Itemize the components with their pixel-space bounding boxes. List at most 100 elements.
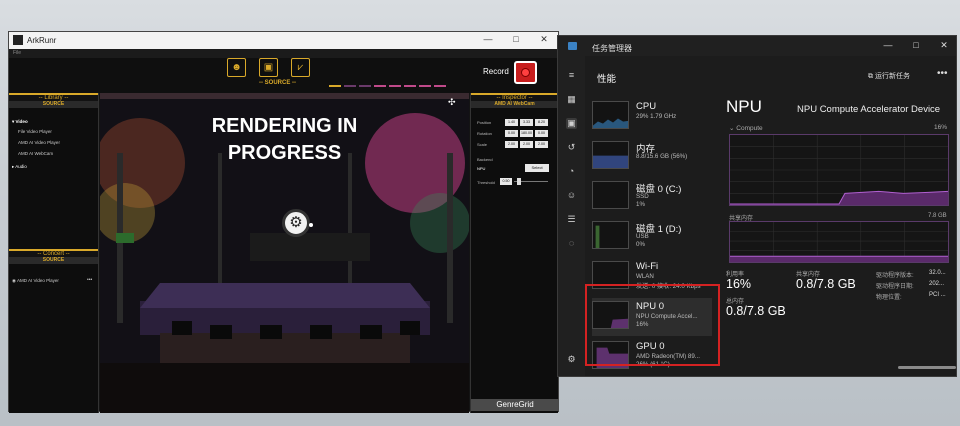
record-button[interactable] <box>514 61 537 84</box>
gear-icon[interactable]: ⚙ <box>282 209 310 237</box>
highlight-box <box>585 284 720 366</box>
hamburger-icon[interactable]: ≡ <box>566 70 577 81</box>
record-label: Record <box>483 67 509 76</box>
progress-dash <box>329 85 341 87</box>
mini-graph <box>592 181 629 209</box>
progress-dash <box>404 85 416 87</box>
maximize-button[interactable]: □ <box>506 34 526 44</box>
lights-icon[interactable]: ⩗ <box>291 58 310 77</box>
stage-icon[interactable]: ▣ <box>259 58 278 77</box>
backend-label: Backend <box>477 157 493 162</box>
device-name: NPU Compute Accelerator Device <box>797 104 941 115</box>
overlay-line-1: RENDERING IN <box>211 115 358 137</box>
settings-icon[interactable]: ⚙ <box>566 354 577 365</box>
library-item-audio[interactable]: ▸ Audio <box>12 164 27 170</box>
stat-utilization-value: 16% <box>726 277 752 291</box>
progress-dash <box>359 85 371 87</box>
inspector-value-field[interactable]: 2.00 <box>535 141 548 148</box>
horizontal-scrollbar[interactable] <box>898 366 956 369</box>
top-toolbar: ☻ ▣ ⩗ -- SOURCE -- Record <box>9 58 558 93</box>
shared-memory-graph <box>729 221 949 263</box>
threshold-label: Threshold <box>477 180 495 185</box>
arkrunr-titlebar[interactable]: ArkRunr — □ ✕ <box>9 32 558 49</box>
tm-titlebar[interactable]: 任务管理器 — □ ✕ <box>558 36 956 56</box>
task-manager-icon <box>568 42 577 50</box>
inspector-value-field[interactable]: 3.33 <box>520 119 533 126</box>
tm-maximize-button[interactable]: □ <box>909 40 923 50</box>
inspector-row-label: Scale <box>477 142 488 147</box>
resource-item--0-c[interactable]: 磁盘 0 (C:) SSD 1% <box>592 178 712 216</box>
library-item-amd-player[interactable]: AMD AI Video Player <box>18 140 60 145</box>
details-icon[interactable]: ☰ <box>566 214 577 225</box>
compute-graph <box>729 134 949 206</box>
users-icon[interactable]: ☺ <box>566 190 577 201</box>
performance-icon[interactable]: ▣ <box>566 118 577 129</box>
library-panel: -- Library -- SOURCE ▾ Video File Video … <box>9 93 99 413</box>
resource-usage: 0% <box>636 241 645 248</box>
resource-detail: 29% 1.79 GHz <box>636 113 677 120</box>
mini-graph <box>592 221 629 249</box>
startup-icon[interactable]: ◔ <box>566 166 577 177</box>
arkrunr-window: ArkRunr — □ ✕ File ☻ ▣ ⩗ -- SOURCE -- Re… <box>8 31 559 413</box>
window-title: ArkRunr <box>27 36 57 45</box>
resource-detail: WLAN <box>636 273 654 280</box>
inspector-target: AMD AI WebCam <box>471 101 558 108</box>
inspector-value-field[interactable]: 0.00 <box>535 130 548 137</box>
shared-memory-capacity: 7.8 GB <box>928 213 947 219</box>
inspector-value-field[interactable]: 2.00 <box>520 141 533 148</box>
library-item-file-player[interactable]: File Video Player <box>18 129 52 134</box>
mini-graph-line <box>593 118 628 128</box>
mini-graph <box>592 101 629 129</box>
compute-graph-label[interactable]: ⌄ Compute <box>729 124 763 132</box>
overlay-line-2: PROGRESS <box>227 142 342 164</box>
minimize-button[interactable]: — <box>478 34 498 44</box>
menu-file[interactable]: File <box>13 50 21 56</box>
driver-version-value: 32.0... <box>929 270 946 276</box>
resource-name: CPU <box>636 101 657 112</box>
resource-item-cpu[interactable]: CPU 29% 1.79 GHz <box>592 98 712 136</box>
threshold-value[interactable]: 0.50 <box>500 178 512 185</box>
library-item-video[interactable]: ▾ Video <box>12 119 28 125</box>
npu-detail-pane: NPU NPU Compute Accelerator Device ⌄ Com… <box>718 96 956 376</box>
move-gizmo-icon[interactable]: ✣ <box>448 97 456 108</box>
threshold-slider-thumb[interactable] <box>517 178 522 185</box>
mini-graph-line <box>593 155 628 168</box>
menu-bar: File <box>9 49 558 58</box>
progress-dash <box>434 85 446 87</box>
more-button[interactable]: ••• <box>937 68 948 79</box>
inspector-value-field[interactable]: 1.40 <box>505 119 518 126</box>
mini-graph <box>592 141 629 169</box>
dancer-icon[interactable]: ☻ <box>227 58 246 77</box>
concert-source: SOURCE <box>9 257 98 264</box>
inspector-value-field[interactable]: 0.00 <box>505 130 518 137</box>
tm-sidebar: ≡ ▦ ▣ ↺ ◔ ☺ ☰ ◌ ⚙ <box>558 56 585 376</box>
inspector-value-field[interactable]: 8.20 <box>535 119 548 126</box>
source-label: -- SOURCE -- <box>259 80 296 86</box>
genregrid-button[interactable]: GenreGrid <box>471 399 559 411</box>
library-item-amd-webcam[interactable]: AMD AI WebCam <box>18 151 53 156</box>
inspector-value-field[interactable]: 180.00 <box>520 130 533 137</box>
compute-graph-max: 16% <box>934 124 948 131</box>
services-icon[interactable]: ◌ <box>566 238 577 249</box>
scene-viewport[interactable]: RENDERING IN PROGRESS ⚙ ✣ <box>100 93 469 413</box>
rotate-handle[interactable] <box>309 223 313 227</box>
inspector-value-field[interactable]: 2.00 <box>505 141 518 148</box>
tm-close-button[interactable]: ✕ <box>937 40 951 51</box>
driver-date-value: 202... <box>929 281 945 287</box>
progress-dash <box>419 85 431 87</box>
resource-name: Wi-Fi <box>636 261 659 272</box>
tm-minimize-button[interactable]: — <box>881 40 895 50</box>
concert-more-button[interactable]: ••• <box>87 277 92 283</box>
stat-shared-value: 0.8/7.8 GB <box>796 277 856 291</box>
run-new-task-button[interactable]: ⧉ 运行新任务 <box>868 71 910 81</box>
history-icon[interactable]: ↺ <box>566 142 577 153</box>
concert-panel: -- Concert -- SOURCE <box>9 249 98 264</box>
close-button[interactable]: ✕ <box>534 34 554 45</box>
progress-dash <box>389 85 401 87</box>
processes-icon[interactable]: ▦ <box>566 94 577 105</box>
resource-item--1-d[interactable]: 磁盘 1 (D:) USB 0% <box>592 218 712 256</box>
concert-header: -- Concert -- <box>9 249 98 257</box>
concert-item[interactable]: ◉ AMD AI Video Player <box>12 278 59 284</box>
resource-item-[interactable]: 内存 8.8/15.6 GB (56%) <box>592 138 712 176</box>
select-button[interactable]: Select <box>525 164 549 172</box>
